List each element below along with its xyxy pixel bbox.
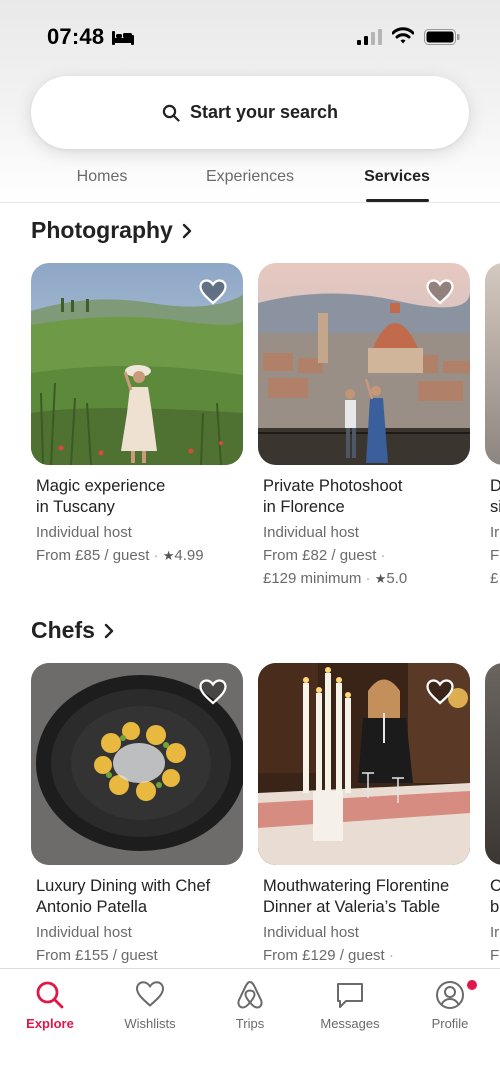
card-title: C b: [485, 876, 500, 918]
heart-icon: [135, 980, 165, 1013]
battery-icon: [424, 29, 460, 45]
card-host: Individual host: [36, 924, 132, 941]
heart-icon[interactable]: [426, 679, 454, 705]
card-title: Mouthwatering Florentine Dinner at Valer…: [258, 876, 470, 918]
nav-label: Messages: [320, 1016, 380, 1031]
card-minimum: £129 minimum: [263, 570, 362, 587]
card-title-line: C: [490, 877, 500, 895]
card-rating: 4.99: [174, 547, 204, 564]
card-host: Individual host: [263, 924, 359, 941]
nav-label: Explore: [26, 1016, 74, 1031]
nav-label: Profile: [431, 1016, 469, 1031]
card-title-line: Luxury Dining with Chef: [36, 877, 211, 895]
card-price: From £155 / guest: [36, 947, 158, 964]
card-title-line: Dinner at Valeria’s Table: [263, 898, 441, 916]
nav-explore[interactable]: Explore: [0, 969, 100, 1039]
service-card-peek[interactable]: D si Ir F £: [485, 263, 500, 590]
service-card[interactable]: Luxury Dining with Chef Antonio Patella …: [31, 663, 243, 967]
card-image-tuscany[interactable]: [31, 263, 243, 465]
card-price: From £129 / guest: [263, 947, 385, 964]
card-title-line: Mouthwatering Florentine: [263, 877, 450, 895]
chevron-right-icon: [104, 623, 114, 638]
nav-label: Wishlists: [124, 1016, 176, 1031]
service-card[interactable]: Mouthwatering Florentine Dinner at Valer…: [258, 663, 470, 967]
active-tab-indicator: [366, 199, 429, 202]
heart-icon[interactable]: [426, 279, 454, 305]
section-title-chefs[interactable]: Chefs: [31, 617, 115, 644]
tab-experiences[interactable]: Experiences: [206, 168, 294, 186]
nav-wishlists[interactable]: Wishlists: [100, 969, 200, 1039]
nav-profile[interactable]: Profile: [400, 969, 500, 1039]
profile-icon: [435, 980, 465, 1015]
heart-icon[interactable]: [199, 279, 227, 305]
bed-icon: [112, 31, 134, 45]
category-tabs: Homes Experiences Services: [0, 168, 500, 203]
card-host: Individual host: [36, 524, 132, 541]
header: 07:48 Start your search Homes Experience…: [0, 0, 500, 203]
wifi-icon: [392, 27, 414, 44]
card-price: From £85 / guest: [36, 547, 150, 564]
card-title-line: in Florence: [263, 498, 345, 516]
tab-homes[interactable]: Homes: [77, 168, 128, 186]
card-host: Ir: [490, 524, 500, 541]
card-title-line: Private Photoshoot: [263, 477, 403, 495]
card-title: Private Photoshoot in Florence: [258, 476, 470, 518]
card-title-line: D: [490, 477, 500, 495]
star-icon: ★: [374, 571, 387, 586]
chevron-right-icon: [182, 223, 192, 238]
nav-label: Trips: [235, 1016, 265, 1031]
message-icon: [335, 980, 365, 1015]
service-card-peek[interactable]: C b Ir F: [485, 663, 500, 967]
card-image-peek: [485, 263, 500, 465]
separator-dot: ·: [384, 947, 394, 964]
card-title-line: Antonio Patella: [36, 898, 147, 916]
signal-icon: [357, 29, 382, 45]
nav-messages[interactable]: Messages: [300, 969, 400, 1039]
card-minimum: £: [490, 570, 499, 587]
separator-dot: ·: [365, 570, 375, 587]
card-price-row: From £82 / guest ·: [258, 544, 470, 567]
heart-icon[interactable]: [199, 679, 227, 705]
star-icon: ★: [162, 548, 175, 563]
card-host: Individual host: [263, 524, 359, 541]
search-bar[interactable]: Start your search: [31, 76, 469, 149]
card-rating: 5.0: [386, 570, 408, 587]
section-title-photography[interactable]: Photography: [31, 217, 193, 244]
card-host: Ir: [490, 924, 500, 941]
card-title-line: b: [490, 898, 500, 916]
separator-dot: ·: [376, 547, 386, 564]
card-title: Luxury Dining with Chef Antonio Patella: [31, 876, 243, 918]
bottom-nav: Explore Wishlists Trips Messages Profile: [0, 968, 500, 1084]
card-price-row: From £85 / guest · ★4.99: [31, 544, 243, 567]
section-title-text: Chefs: [31, 617, 95, 643]
service-card[interactable]: Private Photoshoot in Florence Individua…: [258, 263, 470, 590]
service-card[interactable]: Magic experience in Tuscany Individual h…: [31, 263, 243, 567]
card-price-row: From £129 / guest ·: [258, 944, 470, 967]
status-bar: 07:48: [0, 0, 500, 74]
card-minimum-row: £129 minimum · ★5.0: [258, 567, 470, 590]
card-title: D si: [485, 476, 500, 518]
search-icon: [35, 980, 65, 1015]
nav-trips[interactable]: Trips: [200, 969, 300, 1039]
card-price: F: [490, 547, 500, 564]
card-title-line: si: [490, 498, 500, 516]
card-image-luxury-dining[interactable]: [31, 663, 243, 865]
card-image-peek: [485, 663, 500, 865]
search-icon: [162, 104, 180, 122]
notification-dot: [467, 980, 477, 990]
card-title: Magic experience in Tuscany: [31, 476, 243, 518]
card-image-florentine-dinner[interactable]: [258, 663, 470, 865]
card-price: From £82 / guest: [263, 547, 377, 564]
status-time: 07:48: [47, 24, 105, 49]
tab-services[interactable]: Services: [364, 168, 430, 186]
card-image-florence[interactable]: [258, 263, 470, 465]
card-title-line: Magic experience: [36, 477, 166, 495]
airbnb-logo-icon: [236, 980, 264, 1015]
separator-dot: ·: [153, 547, 163, 564]
card-title-line: in Tuscany: [36, 498, 115, 516]
card-price: F: [490, 947, 500, 964]
search-placeholder: Start your search: [189, 102, 339, 122]
section-title-text: Photography: [31, 217, 173, 243]
